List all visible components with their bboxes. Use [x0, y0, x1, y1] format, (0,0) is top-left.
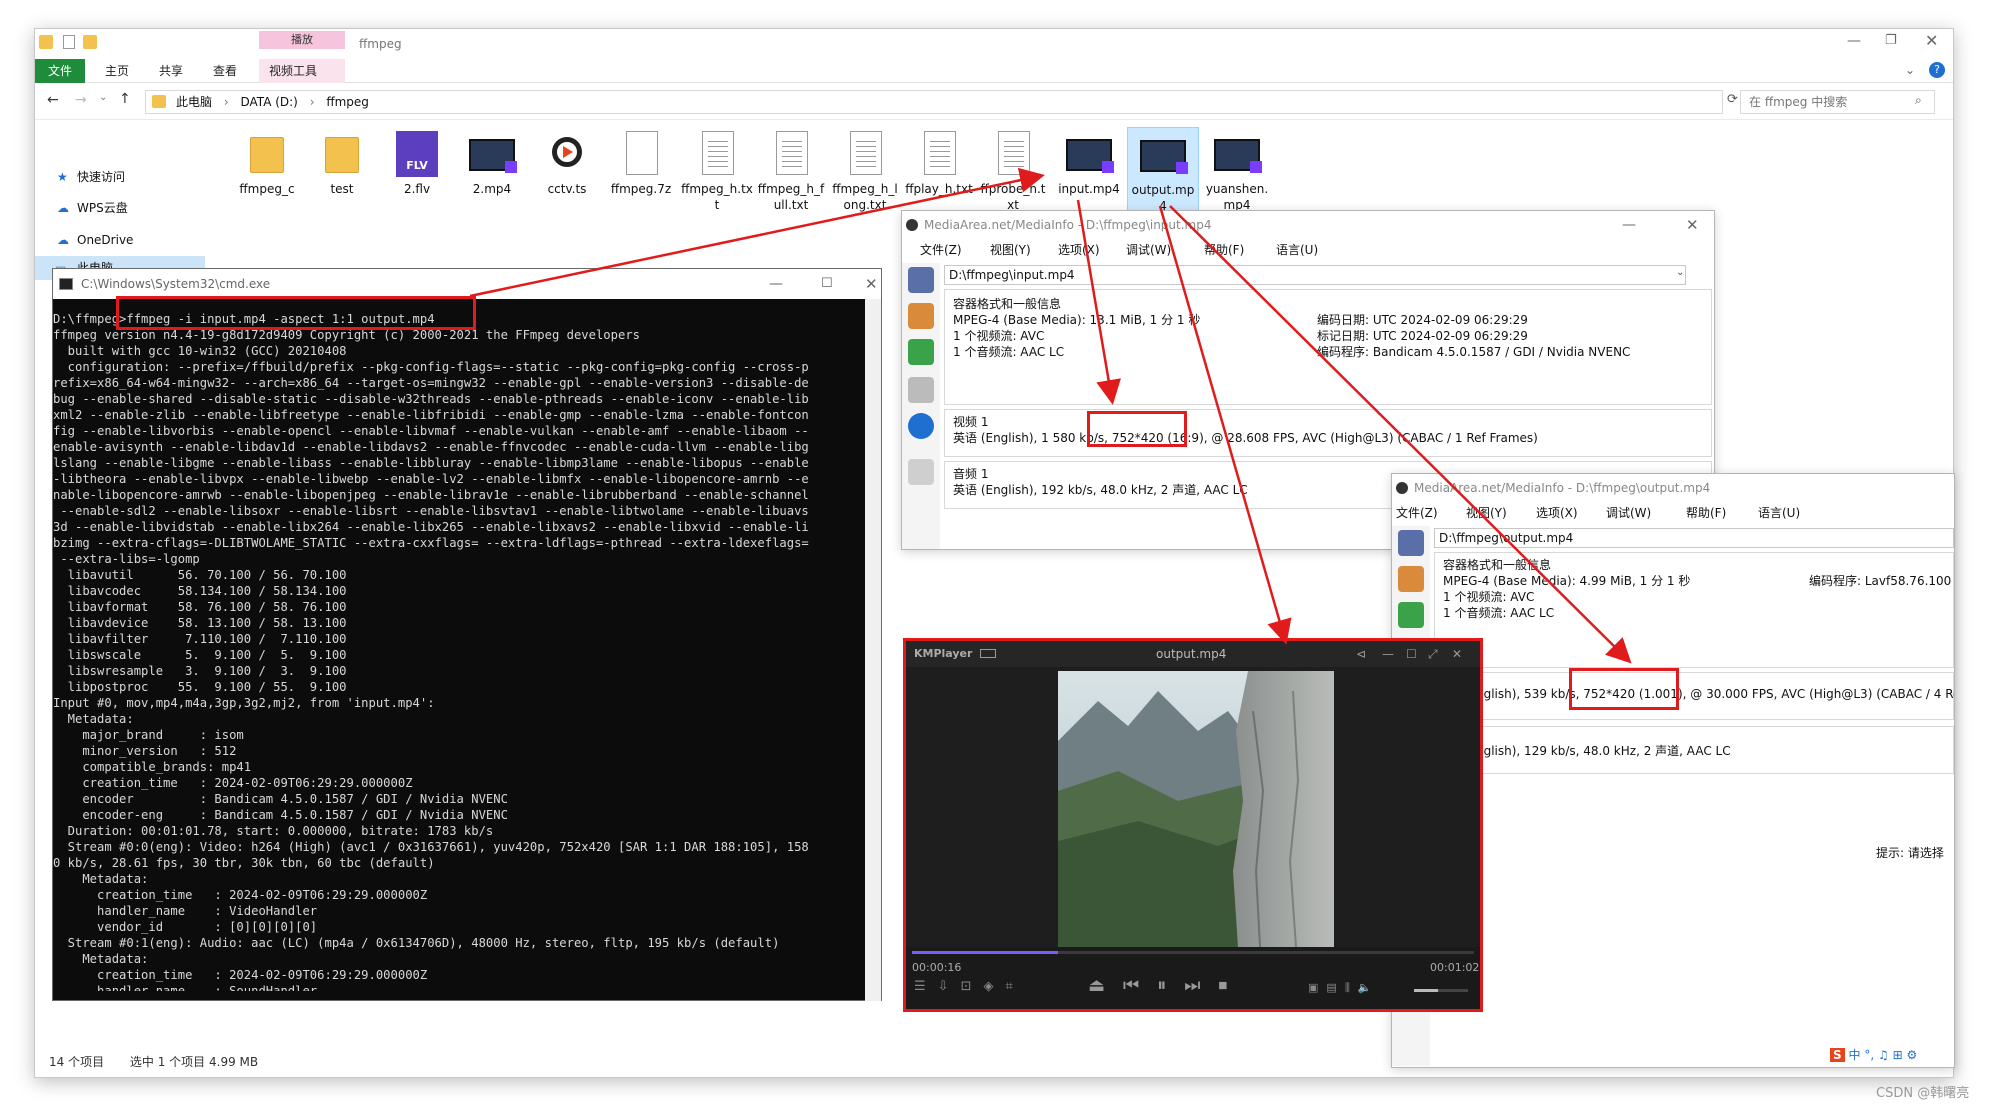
arrow-to-output-resolution	[1169, 205, 1632, 664]
arrow-to-input-resolution	[1076, 199, 1121, 405]
annotation-arrows	[469, 167, 1632, 664]
arrow-to-input-file	[469, 167, 1045, 298]
arrow-to-kmplayer	[1158, 205, 1292, 645]
watermark: CSDN @韩曙亮	[1876, 1086, 1970, 1101]
